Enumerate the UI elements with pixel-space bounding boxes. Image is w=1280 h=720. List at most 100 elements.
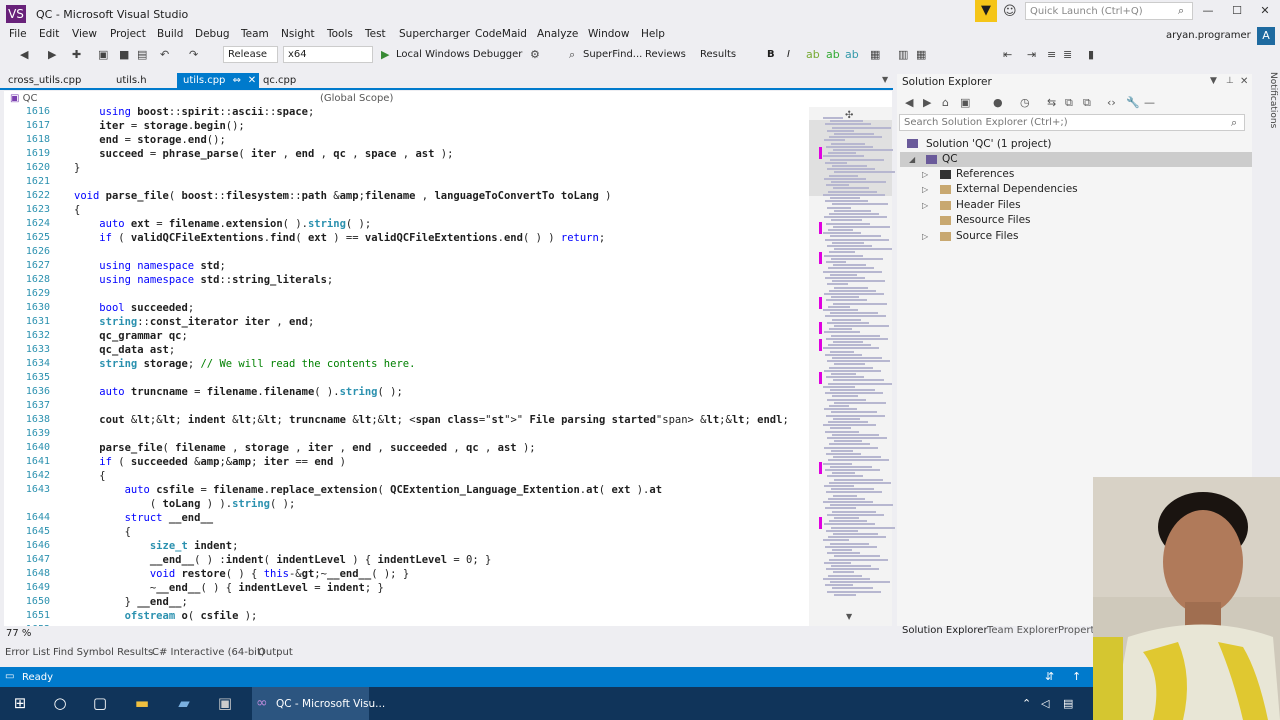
se-back-icon[interactable]: ◀	[905, 96, 913, 109]
layout-icon[interactable]: ▥	[898, 48, 908, 61]
tab-output[interactable]: Output	[258, 647, 293, 658]
app2-icon[interactable]: ▣	[214, 694, 236, 712]
project-node[interactable]: QC	[942, 152, 958, 166]
minimize-button[interactable]: —	[1198, 4, 1218, 17]
properties-icon[interactable]: 🔧	[1126, 96, 1140, 109]
preview-icon[interactable]: —	[1144, 96, 1155, 109]
code-line[interactable]: 1620}	[4, 161, 804, 175]
search-icon[interactable]: ⌕	[1178, 4, 1184, 18]
code-line[interactable]: 1636 auto truncname = filename.filename(…	[4, 385, 804, 399]
scope-dropdown[interactable]: (Global Scope)	[320, 92, 595, 106]
notifications-tab[interactable]: Notifications	[1258, 72, 1278, 132]
expand-external-icon[interactable]: ▷	[922, 185, 928, 194]
quick-launch-input[interactable]: Quick Launch (Ctrl+Q)	[1025, 2, 1193, 20]
pin-icon[interactable]: ⇔	[233, 75, 241, 86]
code-line[interactable]: 1622 void parse_file( boost::filesystem::…	[4, 189, 804, 203]
uncomment-icon[interactable]: ≣	[1063, 48, 1072, 61]
redo-icon[interactable]: ↷	[189, 48, 198, 61]
menu-codemaid[interactable]: CodeMaid	[475, 28, 527, 40]
se-forward-icon[interactable]: ▶	[923, 96, 931, 109]
code-line[interactable]: 1645 {	[4, 525, 804, 539]
new-project-icon[interactable]: ✚	[72, 48, 81, 61]
menu-team[interactable]: Team	[241, 28, 269, 40]
tray-chevron-icon[interactable]: ⌃	[1022, 697, 1031, 710]
code-line[interactable]: 1623 {	[4, 203, 804, 217]
expand-header-icon[interactable]: ▷	[922, 201, 928, 210]
tab-properties[interactable]: Propert	[1058, 625, 1094, 636]
close-button[interactable]: ✕	[1255, 4, 1275, 17]
open-icon[interactable]: ▣	[98, 48, 108, 61]
view-code-icon[interactable]: ‹›	[1107, 96, 1116, 109]
file-explorer-icon[interactable]: ▬	[131, 694, 153, 712]
search-icon[interactable]: ⌕	[1231, 116, 1237, 130]
code-line[interactable]: 1644 struct __end__	[4, 511, 804, 525]
code-line[interactable]: 1635	[4, 371, 804, 385]
tab-find-symbol-results[interactable]: Find Symbol Results	[53, 647, 153, 658]
tab-solution-explorer[interactable]: Solution Explorer	[902, 625, 988, 636]
results-button[interactable]: Results	[700, 49, 736, 60]
attach-icon[interactable]: ⚙	[530, 48, 540, 61]
grid-icon[interactable]: ▦	[916, 48, 926, 61]
solution-search-input[interactable]: Search Solution Explorer (Ctrl+;)	[899, 114, 1245, 131]
tree-item-references[interactable]: References	[956, 167, 1014, 181]
bookmark-icon[interactable]: ▮	[1088, 48, 1094, 61]
highlight-blue-icon[interactable]: ab	[845, 48, 859, 61]
reviews-button[interactable]: Reviews	[645, 49, 686, 60]
network-icon[interactable]: ▤	[1063, 697, 1073, 710]
code-line[interactable]: 1641 if ( succeeded &amp;&amp; iter == e…	[4, 455, 804, 469]
code-line[interactable]: 1639	[4, 427, 804, 441]
superfind-button[interactable]: SuperFind...	[583, 49, 642, 60]
code-line[interactable]: 1637	[4, 399, 804, 413]
code-line[interactable]: 1630 bool succeeded;	[4, 301, 804, 315]
code-line[interactable]: 1629	[4, 287, 804, 301]
app-icon[interactable]: ▰	[173, 694, 195, 712]
code-line[interactable]: 1638 cout &lt;&lt; indent &lt;&lt; trunc…	[4, 413, 804, 427]
cortana-icon[interactable]: ○	[49, 694, 71, 712]
menu-tools[interactable]: Tools	[327, 28, 353, 40]
expand-icon[interactable]: ◢	[909, 155, 915, 164]
scroll-down-icon[interactable]: ▼	[846, 612, 852, 621]
code-line[interactable]: 1651 ofstream o( csfile );	[4, 609, 804, 623]
forward-icon[interactable]: ▶	[48, 48, 56, 61]
code-line[interactable]: 1642 {	[4, 469, 804, 483]
upload-icon[interactable]: ↑	[1072, 670, 1081, 683]
user-name[interactable]: aryan.programer	[1166, 30, 1251, 41]
code-line[interactable]: 1633 qc_data ast;	[4, 343, 804, 357]
code-line[interactable]: 1648 void restore( ) { this-&gt;~__end__…	[4, 567, 804, 581]
start-debug-icon[interactable]: ▶	[381, 48, 389, 61]
menu-analyze[interactable]: Analyze	[537, 28, 578, 40]
code-line[interactable]: 1652 qc_parser parser;	[4, 623, 804, 626]
menu-view[interactable]: View	[72, 28, 97, 40]
code-line[interactable]: ( toLang ) ).string( );	[4, 497, 804, 511]
menu-debug[interactable]: Debug	[195, 28, 230, 40]
indent-icon[interactable]: ⇥	[1027, 48, 1036, 61]
tree-item-header-files[interactable]: Header Files	[956, 198, 1021, 212]
italic-button[interactable]: I	[787, 49, 790, 60]
menu-project[interactable]: Project	[110, 28, 146, 40]
tab-error-list[interactable]: Error List	[5, 647, 50, 658]
home-icon[interactable]: ⌂	[942, 96, 949, 109]
menu-help[interactable]: Help	[641, 28, 665, 40]
pin-panel-icon[interactable]: ⊥	[1226, 76, 1234, 86]
comment-icon[interactable]: ≡	[1047, 48, 1056, 61]
split-handle-icon[interactable]: ✣	[845, 110, 853, 121]
bold-button[interactable]: B	[767, 49, 775, 60]
menu-edit[interactable]: Edit	[39, 28, 59, 40]
menu-build[interactable]: Build	[157, 28, 183, 40]
zoom-level[interactable]: 77 %	[6, 628, 31, 639]
panel-menu-icon[interactable]: ▼	[1210, 76, 1217, 86]
collapse-all-icon[interactable]: ⧉	[1065, 96, 1073, 110]
code-line[interactable]: 1632 qc_grammar qc;	[4, 329, 804, 343]
menu-test[interactable]: Test	[365, 28, 386, 40]
highlight-green-icon[interactable]: ab	[826, 48, 840, 61]
tab-utils-h[interactable]: utils.h	[110, 73, 153, 88]
code-line[interactable]: 1621	[4, 175, 804, 189]
save-all-icon[interactable]: ▤	[137, 48, 147, 61]
publish-icon[interactable]: ⇵	[1045, 670, 1054, 683]
debugger-button[interactable]: Local Windows Debugger	[396, 49, 522, 60]
filter-icon[interactable]: ▼	[975, 0, 997, 22]
platform-dropdown[interactable]: x64	[283, 46, 373, 63]
tab-cross-utils-cpp[interactable]: cross_utils.cpp	[2, 73, 87, 88]
menu-file[interactable]: File	[9, 28, 27, 40]
code-line[interactable]: 1627 using namespace std;	[4, 259, 804, 273]
